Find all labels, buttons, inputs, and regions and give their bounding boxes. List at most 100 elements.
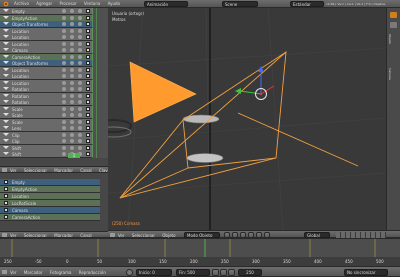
visibility-toggle-icon[interactable] xyxy=(78,54,82,59)
visibility-toggle-icon[interactable] xyxy=(70,28,74,33)
camera-tab-label[interactable]: Cámara xyxy=(388,68,392,80)
expand-triangle-icon[interactable] xyxy=(3,80,9,84)
expand-triangle-icon[interactable] xyxy=(3,74,9,77)
editor-type-icon[interactable] xyxy=(2,233,7,237)
visibility-toggle-icon[interactable] xyxy=(70,80,74,85)
menu-ver[interactable]: Ver xyxy=(10,270,17,275)
mute-checkbox[interactable] xyxy=(86,41,90,46)
visibility-toggle-icon[interactable] xyxy=(62,80,66,85)
expand-triangle-icon[interactable] xyxy=(3,145,9,149)
visibility-toggle-icon[interactable] xyxy=(62,28,66,33)
mute-checkbox[interactable] xyxy=(86,61,90,65)
visibility-toggle-icon[interactable] xyxy=(70,61,74,65)
visibility-toggle-icon[interactable] xyxy=(62,54,66,59)
visibility-toggle-icon[interactable] xyxy=(70,22,74,26)
scene-select[interactable]: Scene xyxy=(222,1,258,7)
mute-checkbox[interactable] xyxy=(86,22,90,26)
visibility-toggle-icon[interactable] xyxy=(70,54,74,59)
expand-triangle-icon[interactable] xyxy=(3,93,9,97)
visibility-toggle-icon[interactable] xyxy=(70,35,74,39)
nla-track-row[interactable]: Cámara xyxy=(0,207,100,214)
record-button[interactable] xyxy=(126,269,133,276)
play-button[interactable] xyxy=(220,269,227,276)
visibility-toggle-icon[interactable] xyxy=(78,41,82,46)
visibility-toggle-icon[interactable] xyxy=(70,41,74,46)
start-frame-field[interactable]: Inicio: 0 xyxy=(136,269,172,276)
editor-type-icon[interactable] xyxy=(2,168,7,172)
track-checkbox[interactable] xyxy=(4,201,8,205)
mute-checkbox[interactable] xyxy=(86,80,90,85)
track-checkbox[interactable] xyxy=(4,187,8,191)
visibility-toggle-icon[interactable] xyxy=(70,9,74,13)
timeline-area[interactable]: 250 -50 0 50 100 150 200 250 300 350 400 450 500 xyxy=(0,238,400,267)
visibility-toggle-icon[interactable] xyxy=(70,15,74,20)
mute-checkbox[interactable] xyxy=(86,74,90,78)
visibility-toggle-icon[interactable] xyxy=(70,74,74,78)
visibility-toggle-icon[interactable] xyxy=(78,106,82,111)
expand-triangle-icon[interactable] xyxy=(3,9,9,12)
expand-triangle-icon[interactable] xyxy=(3,139,9,142)
mute-checkbox[interactable] xyxy=(86,145,90,150)
visibility-toggle-icon[interactable] xyxy=(62,48,66,52)
editor-type-icon[interactable] xyxy=(110,233,115,237)
visibility-toggle-icon[interactable] xyxy=(70,48,74,52)
visibility-toggle-icon[interactable] xyxy=(78,48,82,52)
track-checkbox[interactable] xyxy=(4,215,8,219)
visibility-toggle-icon[interactable] xyxy=(70,106,74,111)
expand-triangle-icon[interactable] xyxy=(3,106,9,110)
visibility-toggle-icon[interactable] xyxy=(62,126,66,130)
mute-checkbox[interactable] xyxy=(86,48,90,52)
nla-track-row[interactable]: EmptyAction xyxy=(0,186,100,193)
expand-triangle-icon[interactable] xyxy=(3,67,9,71)
visibility-toggle-icon[interactable] xyxy=(78,145,82,150)
menu-ventana[interactable]: Ventana xyxy=(84,1,100,6)
mute-checkbox[interactable] xyxy=(86,113,90,117)
visibility-toggle-icon[interactable] xyxy=(70,87,74,91)
visibility-toggle-icon[interactable] xyxy=(62,100,66,104)
playback-buttons[interactable] xyxy=(212,269,236,276)
viewport-3d[interactable]: Usuario (ortogr) Metros (250) Cámara xyxy=(108,8,386,230)
mute-checkbox[interactable] xyxy=(86,119,90,124)
track-checkbox[interactable] xyxy=(4,180,8,184)
visibility-toggle-icon[interactable] xyxy=(62,132,66,137)
visibility-toggle-icon[interactable] xyxy=(78,93,82,98)
expand-triangle-icon[interactable] xyxy=(3,41,9,45)
expand-triangle-icon[interactable] xyxy=(3,22,9,25)
current-frame-field[interactable]: 250 xyxy=(238,269,262,276)
mute-checkbox[interactable] xyxy=(86,152,90,156)
visibility-toggle-icon[interactable] xyxy=(78,113,82,117)
expand-triangle-icon[interactable] xyxy=(3,113,9,116)
sync-select[interactable]: No sincronizar xyxy=(344,269,388,276)
expand-triangle-icon[interactable] xyxy=(3,119,9,123)
track-checkbox[interactable] xyxy=(4,208,8,212)
render-engine-select[interactable]: Estándar xyxy=(290,1,324,7)
visibility-toggle-icon[interactable] xyxy=(78,139,82,143)
expand-triangle-icon[interactable] xyxy=(3,100,9,103)
menu-fotograma[interactable]: Fotograma xyxy=(50,270,72,275)
track-checkbox[interactable] xyxy=(4,194,8,198)
end-frame-field[interactable]: Fin: 500 xyxy=(176,269,210,276)
menu-procesar[interactable]: Procesar xyxy=(59,1,76,6)
expand-triangle-icon[interactable] xyxy=(3,48,9,51)
visibility-toggle-icon[interactable] xyxy=(62,9,66,13)
visibility-toggle-icon[interactable] xyxy=(78,61,82,65)
visibility-toggle-icon[interactable] xyxy=(62,67,66,72)
visibility-toggle-icon[interactable] xyxy=(78,35,82,39)
nla-track-row[interactable]: Empty xyxy=(0,179,100,186)
visibility-toggle-icon[interactable] xyxy=(78,67,82,72)
expand-triangle-icon[interactable] xyxy=(3,126,9,129)
visibility-toggle-icon[interactable] xyxy=(70,139,74,143)
expand-triangle-icon[interactable] xyxy=(3,28,9,32)
expand-triangle-icon[interactable] xyxy=(3,152,9,155)
visibility-toggle-icon[interactable] xyxy=(62,152,66,156)
visibility-toggle-icon[interactable] xyxy=(70,113,74,117)
mute-checkbox[interactable] xyxy=(86,100,90,104)
mute-checkbox[interactable] xyxy=(86,28,90,33)
mute-checkbox[interactable] xyxy=(86,9,90,13)
object-icon[interactable] xyxy=(390,12,397,18)
camera-icon[interactable] xyxy=(390,22,397,28)
mute-checkbox[interactable] xyxy=(86,126,90,130)
object-tab-label[interactable]: Objeto xyxy=(388,34,392,44)
visibility-toggle-icon[interactable] xyxy=(78,80,82,85)
visibility-toggle-icon[interactable] xyxy=(78,9,82,13)
